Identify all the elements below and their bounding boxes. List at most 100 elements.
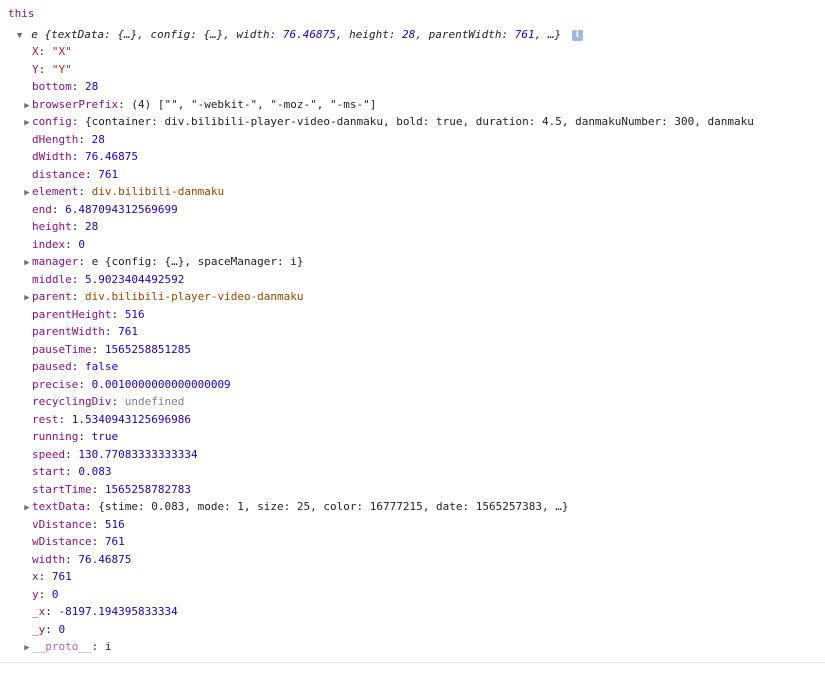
property-row-uuprotouu[interactable]: ▶ __proto__: i <box>0 638 825 655</box>
property-value: 516 <box>124 307 145 321</box>
triangle-right-icon[interactable]: ▶ <box>22 290 32 305</box>
property-value: 1565258851285 <box>104 342 191 356</box>
property-value: 516 <box>104 517 125 531</box>
triangle-right-icon[interactable]: ▶ <box>22 640 32 655</box>
property-key: startTime <box>32 482 92 496</box>
property-key: speed <box>32 447 66 461</box>
property-key: parentWidth <box>32 325 105 338</box>
triangle-right-icon[interactable]: ▶ <box>22 185 32 200</box>
property-value: 0 <box>58 622 66 636</box>
property-row-browserprefix[interactable]: ▶ browserPrefix: (4) ["", "-webkit-", "-m… <box>0 96 825 113</box>
triangle-down-icon[interactable]: ▼ <box>15 28 25 43</box>
property-value: 28 <box>91 132 105 146</box>
triangle-right-icon[interactable]: ▶ <box>22 115 32 130</box>
property-value: 0 <box>51 587 59 601</box>
property-key: textData <box>32 500 85 513</box>
object-prefix: e <box>31 28 38 41</box>
console-divider <box>0 662 825 663</box>
property-key: X <box>32 45 39 58</box>
property-value: "Y" <box>51 62 72 76</box>
property-key: Y <box>32 62 39 76</box>
property-row-parentheight: parentHeight: 516 <box>32 307 145 321</box>
property-key: manager <box>32 255 79 268</box>
property-row-vdistance: vDistance: 516 <box>32 517 125 531</box>
triangle-right-icon[interactable]: ▶ <box>22 98 32 113</box>
property-row-config[interactable]: ▶ config: {container: div.bilibili-player… <box>0 113 825 130</box>
property-key: height <box>32 220 72 233</box>
property-row-dhength: dHength: 28 <box>32 132 105 146</box>
console-log-label: this <box>8 7 35 20</box>
property-value: undefined <box>124 395 185 408</box>
property-key: paused <box>32 360 72 373</box>
property-key: y <box>32 587 39 601</box>
property-row-end: end: 6.487094312569699 <box>32 202 178 216</box>
property-key: x <box>32 570 39 583</box>
property-key: wDistance <box>32 535 92 548</box>
property-row-element[interactable]: ▶ element: div.bilibili-danmaku <box>0 183 825 200</box>
property-value[interactable]: div.bilibili-player-video-danmaku <box>85 290 304 303</box>
property-value: 76.46875 <box>85 150 138 163</box>
info-icon[interactable]: i <box>571 29 583 41</box>
property-key: running <box>32 430 79 443</box>
property-key: _y <box>32 622 46 636</box>
property-row-parent[interactable]: ▶ parent: div.bilibili-player-video-danma… <box>0 288 825 305</box>
property-row-wdistance: wDistance: 761 <box>32 535 125 548</box>
property-row-paused: paused: false <box>32 360 119 373</box>
property-row-recyclingdiv: recyclingDiv: undefined <box>32 395 185 408</box>
property-key: browserPrefix <box>32 97 119 111</box>
property-value[interactable]: {stime: 0.083, mode: 1, size: 25, color:… <box>98 500 568 513</box>
property-row-textdata[interactable]: ▶ textData: {stime: 0.083, mode: 1, size:… <box>0 498 825 515</box>
object-summary-row[interactable]: ▼ e {textData: {…}, config: {…}, width: … <box>0 26 825 43</box>
triangle-right-icon[interactable]: ▶ <box>22 255 32 270</box>
property-key: vDistance <box>32 517 92 531</box>
property-key: middle <box>32 272 72 286</box>
property-row-starttime: startTime: 1565258782783 <box>32 482 191 496</box>
property-value: 130.77083333333334 <box>78 447 198 461</box>
property-row-index: index: 0 <box>32 237 85 251</box>
property-key: _x <box>32 605 46 618</box>
property-value: 0.0010000000000000009 <box>91 377 231 391</box>
property-value: 6.487094312569699 <box>65 202 178 216</box>
property-value[interactable]: e {config: {…}, spaceManager: i} <box>92 255 304 268</box>
triangle-right-icon[interactable]: ▶ <box>22 500 32 515</box>
property-value: 1.5340943125696986 <box>71 412 191 426</box>
property-row-x: X: "X" <box>32 45 72 58</box>
property-row-y: y: 0 <box>32 587 59 601</box>
object-summary-width: 76.46875 <box>282 28 336 41</box>
property-key: rest <box>32 412 59 426</box>
property-key: distance <box>32 167 85 181</box>
property-row-dwidth: dWidth: 76.46875 <box>32 150 138 163</box>
property-key: dHength <box>32 132 79 146</box>
property-row-x: x: 761 <box>32 570 72 583</box>
property-value[interactable]: div.bilibili-danmaku <box>92 185 224 198</box>
object-summary-text: {textData: {…}, config: {…}, width: <box>44 28 283 41</box>
property-key: recyclingDiv <box>32 395 112 408</box>
property-row-y: Y: "Y" <box>32 62 72 76</box>
property-row-height: height: 28 <box>32 220 99 233</box>
property-value: 5.9023404492592 <box>85 272 185 286</box>
property-value[interactable]: {container: div.bilibili-player-video-da… <box>85 115 754 128</box>
property-value[interactable]: (4) ["", "-webkit-", "-moz-", "-ms-"] <box>131 98 376 111</box>
property-value: 761 <box>118 325 138 338</box>
property-value: 761 <box>51 570 72 583</box>
property-row-uy: _y: 0 <box>32 622 66 636</box>
property-value: 28 <box>85 80 99 93</box>
property-key: element <box>32 185 79 198</box>
object-summary-sep2: , parentWidth: <box>415 28 515 41</box>
property-value: 761 <box>104 535 125 548</box>
object-summary-height: 28 <box>402 28 416 41</box>
property-row-parentwidth: parentWidth: 761 <box>32 325 138 338</box>
property-row-ux: _x: -8197.194395833334 <box>32 605 178 618</box>
property-key: parentHeight <box>32 307 112 321</box>
property-row-bottom: bottom: 28 <box>32 80 99 93</box>
object-summary-sep1: , height: <box>335 28 403 41</box>
property-row-distance: distance: 761 <box>32 167 119 181</box>
property-value: 76.46875 <box>78 552 132 566</box>
property-value: 0.083 <box>78 465 112 478</box>
property-value[interactable]: i <box>105 640 112 653</box>
property-row-middle: middle: 5.9023404492592 <box>32 272 185 286</box>
property-row-rest: rest: 1.5340943125696986 <box>32 412 191 426</box>
property-value: 761 <box>98 167 119 181</box>
property-row-manager[interactable]: ▶ manager: e {config: {…}, spaceManager: … <box>0 253 825 270</box>
property-key: precise <box>32 377 79 391</box>
